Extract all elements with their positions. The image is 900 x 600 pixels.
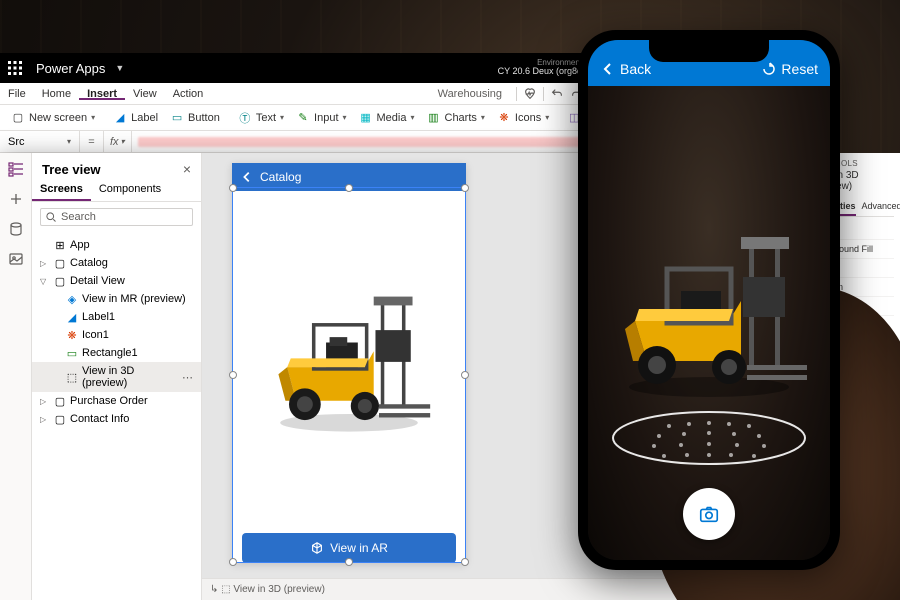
menu-file[interactable]: File: [0, 88, 34, 100]
menu-bar: File Home Insert View Action Warehousing: [0, 83, 592, 105]
formula-bar: Src▾ = fx▾: [0, 131, 592, 153]
app-launcher-icon[interactable]: [0, 53, 30, 83]
insert-pane-icon[interactable]: [8, 191, 24, 207]
tree-node-detail[interactable]: ▽▢Detail View: [32, 272, 201, 290]
resize-handle[interactable]: [345, 558, 353, 566]
tree-node-view-mr[interactable]: ◈View in MR (preview): [32, 290, 201, 308]
selection-outline: [232, 187, 466, 563]
forklift-ar-model: [609, 229, 809, 399]
phone-notch: [649, 40, 769, 62]
resize-handle[interactable]: [461, 558, 469, 566]
data-pane-icon[interactable]: [8, 221, 24, 237]
menu-home[interactable]: Home: [34, 88, 79, 100]
tree-node-purchase[interactable]: ▷▢Purchase Order: [32, 392, 201, 410]
text-dropdown[interactable]: ⓉText▾: [233, 109, 289, 127]
zoom-slider[interactable]: [763, 588, 843, 591]
charts-dropdown[interactable]: ▥Charts▾: [422, 109, 490, 127]
back-arrow-icon: [240, 170, 254, 184]
phone-reset-button[interactable]: Reset: [761, 61, 818, 77]
selected-indicator[interactable]: ↳ ⬚ View in 3D (preview): [210, 584, 325, 595]
camera-icon: [698, 503, 720, 525]
button-button[interactable]: ▭Button: [165, 109, 225, 127]
tree-node-contact[interactable]: ▷▢Contact Info: [32, 410, 201, 428]
phone-back-button[interactable]: Back: [600, 61, 651, 77]
chevron-down-icon[interactable]: ▼: [111, 63, 124, 73]
zoom-out-button[interactable]: −: [753, 584, 759, 595]
camera-shutter-button[interactable]: [683, 488, 735, 540]
tree-node-view3d[interactable]: ⬚View in 3D (preview)⋯: [32, 362, 201, 392]
health-icon[interactable]: [523, 87, 537, 101]
tab-advanced[interactable]: Advanced: [862, 198, 900, 216]
media-dropdown[interactable]: ▦Media▾: [354, 109, 420, 127]
resize-handle[interactable]: [461, 371, 469, 379]
status-bar: ↳ ⬚ View in 3D (preview) − + 40 % ⛶: [202, 578, 900, 600]
resize-handle[interactable]: [229, 184, 237, 192]
more-icon: ⋯: [182, 371, 193, 384]
label-button[interactable]: ◢Label: [108, 109, 163, 127]
tree-node-rectangle1[interactable]: ▭Rectangle1: [32, 344, 201, 362]
left-rail: [0, 153, 32, 600]
ar-ground-indicator: [609, 408, 809, 468]
tab-components[interactable]: Components: [91, 179, 169, 201]
resize-handle[interactable]: [229, 558, 237, 566]
equals-label: =: [80, 131, 104, 152]
zoom-value: 40: [857, 584, 868, 595]
tree-node-label1[interactable]: ◢Label1: [32, 308, 201, 326]
resize-handle[interactable]: [345, 184, 353, 192]
media-pane-icon[interactable]: [8, 251, 24, 267]
tree-node-icon1[interactable]: ❋Icon1: [32, 326, 201, 344]
tree-node-catalog[interactable]: ▷▢Catalog: [32, 254, 201, 272]
app-name: Power Apps: [30, 61, 111, 76]
input-dropdown[interactable]: ✎Input▾: [291, 109, 351, 127]
fit-screen-icon[interactable]: ⛶: [885, 584, 892, 595]
menu-insert[interactable]: Insert: [79, 88, 125, 100]
tree-title: Tree view: [42, 162, 101, 177]
zoom-in-button[interactable]: +: [847, 584, 853, 595]
search-icon: [45, 211, 57, 223]
undo-icon[interactable]: [550, 87, 564, 101]
tree-view-icon[interactable]: [8, 161, 24, 177]
resize-handle[interactable]: [461, 184, 469, 192]
app-title-text[interactable]: Warehousing: [430, 88, 510, 100]
insert-ribbon: ▢New screen▾ ◢Label ▭Button ⓉText▾ ✎Inpu…: [0, 105, 592, 131]
tree-node-app[interactable]: ⊞App: [32, 236, 201, 254]
phone-mockup: Back Reset: [578, 30, 840, 570]
tab-screens[interactable]: Screens: [32, 179, 91, 201]
fx-label: fx▾: [104, 131, 132, 152]
ar-camera-view[interactable]: [588, 86, 830, 560]
formula-input[interactable]: [138, 137, 586, 147]
app-header: Power Apps ▼ Environment CY 20.6 Deux (o…: [0, 53, 592, 83]
property-selector[interactable]: Src▾: [0, 131, 80, 152]
resize-handle[interactable]: [229, 371, 237, 379]
new-screen-button[interactable]: ▢New screen▾: [6, 109, 100, 127]
menu-view[interactable]: View: [125, 88, 165, 100]
close-icon[interactable]: ×: [183, 161, 191, 177]
tree-search-input[interactable]: Search: [40, 208, 193, 226]
tree-view-panel: Tree view × Screens Components Search ⊞A…: [32, 153, 202, 600]
menu-action[interactable]: Action: [165, 88, 212, 100]
icons-dropdown[interactable]: ❋Icons▾: [492, 109, 554, 127]
